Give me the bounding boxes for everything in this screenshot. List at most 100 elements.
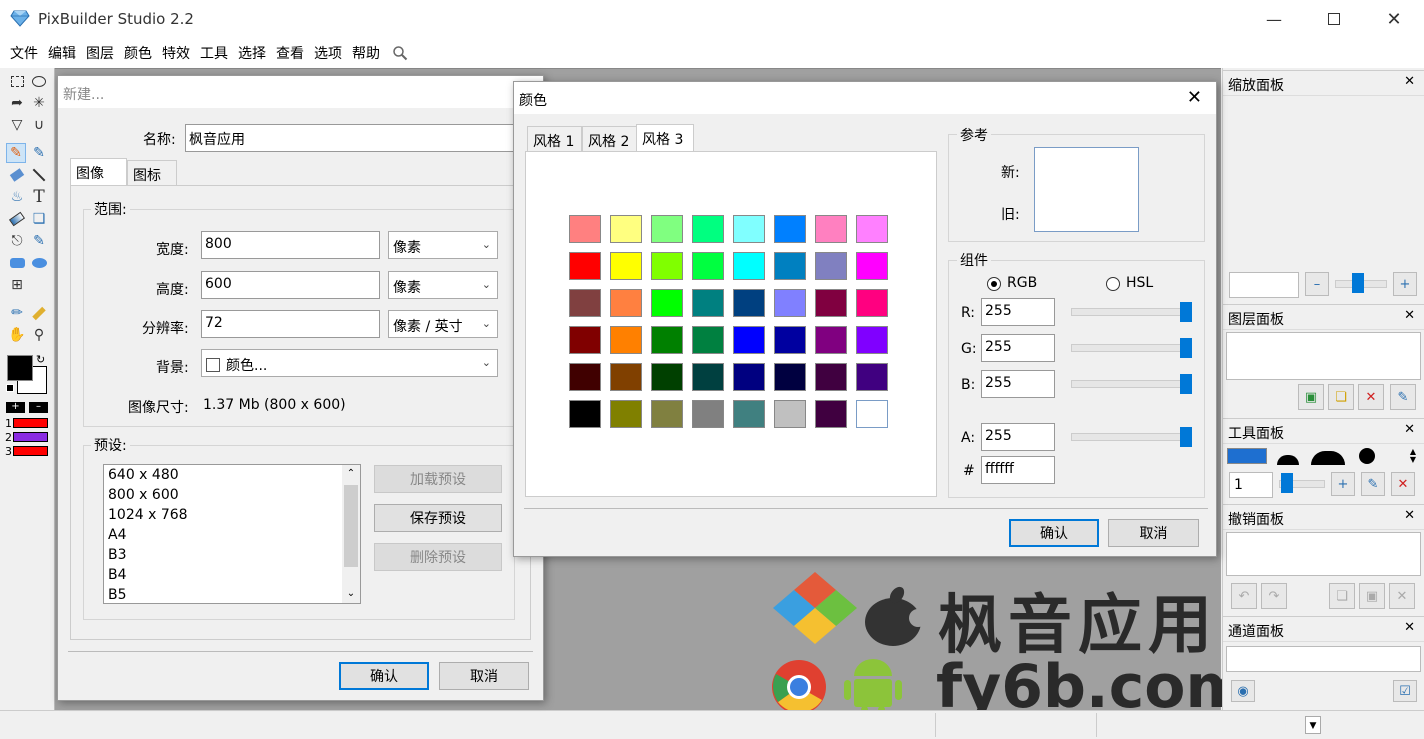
zoom-out-button[interactable]: –: [1305, 272, 1329, 296]
color-swatch[interactable]: [856, 400, 888, 428]
reset-colors-icon[interactable]: [6, 384, 14, 392]
clear-history-button[interactable]: ✕: [1389, 583, 1415, 609]
magnetic-lasso-icon[interactable]: ∪: [29, 115, 49, 135]
rounded-rect-icon[interactable]: [7, 253, 27, 273]
zoom-slider-thumb[interactable]: [1352, 273, 1364, 293]
brush-large-preview[interactable]: [1311, 451, 1345, 465]
color-swatch[interactable]: [856, 252, 888, 280]
color-swatch[interactable]: [569, 326, 601, 354]
remove-palette-button[interactable]: –: [29, 402, 48, 413]
menu-view[interactable]: 查看: [274, 43, 306, 63]
list-item[interactable]: 640 x 480: [108, 467, 179, 483]
smudge-icon[interactable]: ✎: [29, 231, 49, 251]
menu-tools[interactable]: 工具: [198, 43, 230, 63]
new-layer-button[interactable]: ▣: [1298, 384, 1324, 410]
stamp-icon[interactable]: ⎋: [7, 231, 27, 251]
clone-icon[interactable]: ❏: [29, 209, 49, 229]
a-input[interactable]: 255: [981, 423, 1055, 451]
tab-icon[interactable]: 图标: [127, 160, 177, 186]
polygon-lasso-icon[interactable]: ▽: [7, 115, 27, 135]
b-slider-thumb[interactable]: [1180, 374, 1192, 394]
color-swatch[interactable]: [856, 215, 888, 243]
load-preset-button[interactable]: 加载预设: [374, 465, 502, 493]
color-swatch[interactable]: [610, 252, 642, 280]
menu-color[interactable]: 颜色: [122, 43, 154, 63]
search-icon[interactable]: [392, 45, 408, 61]
tab-image[interactable]: 图像: [70, 158, 127, 186]
swap-colors-icon[interactable]: ↻: [36, 353, 45, 366]
presets-scrollbar[interactable]: ⌃ ⌄: [342, 465, 360, 603]
color-swatch[interactable]: [774, 289, 806, 317]
status-dropdown-button[interactable]: ▼: [1305, 716, 1321, 734]
color-swatch[interactable]: [692, 326, 724, 354]
color-swatch[interactable]: [692, 400, 724, 428]
resolution-input[interactable]: 72: [201, 310, 380, 338]
tab-style-2[interactable]: 风格 2: [582, 126, 637, 152]
snapshot-button[interactable]: ❏: [1329, 583, 1355, 609]
primary-color-swatch[interactable]: [7, 355, 33, 381]
color-swatch[interactable]: [651, 289, 683, 317]
new-dialog-ok-button[interactable]: 确认: [339, 662, 429, 690]
width-unit-select[interactable]: 像素 ⌄: [388, 231, 498, 259]
color-swatch[interactable]: [733, 252, 765, 280]
zoom-value-field[interactable]: [1229, 272, 1299, 298]
brush-icon[interactable]: ✎: [29, 143, 49, 163]
a-slider-thumb[interactable]: [1180, 427, 1192, 447]
gradient-icon[interactable]: [7, 209, 27, 229]
color-dialog-ok-button[interactable]: 确认: [1009, 519, 1099, 547]
menu-edit[interactable]: 编辑: [46, 43, 78, 63]
chevron-down-icon[interactable]: ⌄: [342, 585, 360, 603]
edit-brush-button[interactable]: ✎: [1361, 472, 1385, 496]
color-swatch[interactable]: [733, 400, 765, 428]
layer-properties-button[interactable]: ✎: [1390, 384, 1416, 410]
crop-icon[interactable]: ⊞: [7, 275, 27, 295]
list-item[interactable]: B4: [108, 567, 127, 583]
tool-size-field[interactable]: 1: [1229, 472, 1273, 498]
menu-select[interactable]: 选择: [236, 43, 268, 63]
new-dialog-cancel-button[interactable]: 取消: [439, 662, 529, 690]
g-slider[interactable]: [1071, 344, 1186, 352]
color-swatch[interactable]: [774, 363, 806, 391]
color-swatch[interactable]: [610, 215, 642, 243]
color-swatch[interactable]: [815, 400, 847, 428]
color-swatch[interactable]: [610, 326, 642, 354]
color-swatch[interactable]: [651, 252, 683, 280]
tools-panel-close-icon[interactable]: ✕: [1404, 422, 1415, 437]
hsl-radio[interactable]: [1106, 277, 1120, 291]
color-swatch[interactable]: [815, 289, 847, 317]
color-dialog-cancel-button[interactable]: 取消: [1108, 519, 1199, 547]
brush-round-preview[interactable]: [1359, 448, 1375, 464]
color-swatch[interactable]: [610, 400, 642, 428]
list-item[interactable]: B3: [108, 547, 127, 563]
presets-scrollbar-thumb[interactable]: [344, 485, 358, 567]
color-swatch[interactable]: [610, 289, 642, 317]
color-swatch[interactable]: [815, 326, 847, 354]
name-input[interactable]: 枫音应用: [185, 124, 543, 152]
list-item[interactable]: 1024 x 768: [108, 507, 188, 523]
menu-file[interactable]: 文件: [8, 43, 40, 63]
fill-icon[interactable]: ♨: [7, 187, 27, 207]
color-swatch[interactable]: [692, 289, 724, 317]
menu-options[interactable]: 选项: [312, 43, 344, 63]
hex-input[interactable]: ffffff: [981, 456, 1055, 484]
rgb-radio[interactable]: [987, 277, 1001, 291]
color-swatch[interactable]: [774, 400, 806, 428]
palette-slot-3[interactable]: [13, 446, 48, 456]
close-button[interactable]: ✕: [1364, 0, 1424, 38]
color-swatch[interactable]: [733, 363, 765, 391]
save-snapshot-button[interactable]: ▣: [1359, 583, 1385, 609]
zoom-in-button[interactable]: +: [1393, 272, 1417, 296]
menu-help[interactable]: 帮助: [350, 43, 382, 63]
zoom-icon[interactable]: ⚲: [29, 325, 49, 345]
r-slider-thumb[interactable]: [1180, 302, 1192, 322]
palette-slot-2[interactable]: [13, 432, 48, 442]
tab-style-1[interactable]: 风格 1: [527, 126, 582, 152]
brush-small-preview[interactable]: [1277, 455, 1299, 465]
color-swatch[interactable]: [733, 289, 765, 317]
undo-history-list[interactable]: [1226, 532, 1421, 576]
r-slider[interactable]: [1071, 308, 1186, 316]
color-swatch[interactable]: [856, 326, 888, 354]
list-item[interactable]: 800 x 600: [108, 487, 179, 503]
color-swatch[interactable]: [774, 252, 806, 280]
channels-panel-close-icon[interactable]: ✕: [1404, 620, 1415, 635]
